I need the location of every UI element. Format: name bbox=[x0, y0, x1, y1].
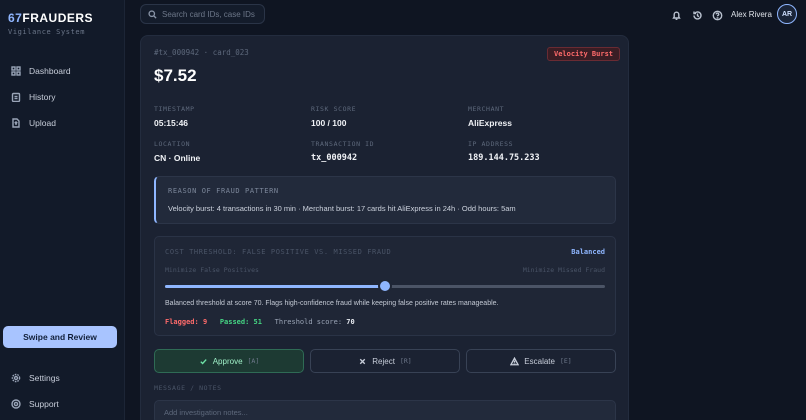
warning-icon bbox=[510, 356, 520, 365]
grid-icon bbox=[11, 66, 21, 76]
escalate-button[interactable]: Escalate [E] bbox=[466, 349, 616, 373]
approve-label: Approve bbox=[212, 356, 243, 366]
transaction-amount: $7.52 bbox=[154, 66, 197, 85]
minimize-false-positives-label: Minimize False Positives bbox=[165, 266, 259, 274]
sidebar-item-support[interactable]: Support bbox=[11, 399, 59, 409]
timestamp-value: 05:15:46 bbox=[154, 118, 189, 128]
sidebar-item-dashboard[interactable]: Dashboard bbox=[11, 66, 71, 76]
swipe-and-review-button[interactable]: Swipe and Review bbox=[3, 326, 117, 348]
cost-threshold-panel: COST THRESHOLD: FALSE POSITIVE VS. MISSE… bbox=[154, 236, 616, 336]
sidebar-item-upload[interactable]: Upload bbox=[11, 118, 56, 128]
flagged-count: 9 bbox=[202, 318, 208, 326]
flagged-label: Flagged: bbox=[165, 318, 199, 326]
status-badge: Velocity Burst bbox=[547, 47, 621, 61]
gear-icon bbox=[11, 373, 21, 383]
escalate-shortcut: [E] bbox=[559, 357, 572, 365]
fraud-reason-panel: REASON OF FRAUD PATTERN Velocity burst: … bbox=[154, 176, 616, 224]
sidebar-item-label: Dashboard bbox=[29, 66, 71, 76]
sidebar-item-label: Support bbox=[29, 399, 59, 409]
transaction-id-value: tx_000942 bbox=[311, 153, 358, 163]
threshold-score-label: Threshold score: bbox=[274, 318, 343, 326]
risk-score-value: 100 / 100 bbox=[311, 118, 347, 128]
search-icon bbox=[148, 9, 157, 19]
fraud-reason-text: Velocity burst: 4 transactions in 30 min… bbox=[168, 204, 516, 213]
sidebar-item-settings[interactable]: Settings bbox=[11, 373, 60, 383]
ip-address-label: IP ADDRESS bbox=[468, 140, 514, 148]
threshold-stats: Flagged: 9 Passed: 51 Threshold score: 7… bbox=[165, 318, 355, 326]
fraud-reason-title: REASON OF FRAUD PATTERN bbox=[168, 187, 279, 195]
sidebar: 67FRAUDERS Vigilance System Dashboard Hi… bbox=[0, 0, 125, 420]
transaction-meta: #tx_000942 · card_023 bbox=[154, 48, 249, 57]
reject-label: Reject bbox=[372, 356, 395, 366]
search-bar[interactable] bbox=[140, 4, 265, 24]
user-name[interactable]: Alex Rivera bbox=[731, 10, 772, 19]
sidebar-item-label: Upload bbox=[29, 118, 56, 128]
location-value: CN · Online bbox=[154, 153, 201, 163]
app-tagline: Vigilance System bbox=[8, 28, 86, 36]
risk-score-label: RISK SCORE bbox=[311, 105, 357, 113]
merchant-value: AliExpress bbox=[468, 118, 512, 128]
threshold-slider[interactable] bbox=[165, 281, 605, 291]
case-card: #tx_000942 · card_023 Velocity Burst $7.… bbox=[140, 35, 629, 420]
reject-shortcut: [R] bbox=[399, 357, 412, 365]
location-label: LOCATION bbox=[154, 140, 191, 148]
transaction-id-label: TRANSACTION ID bbox=[311, 140, 375, 148]
escalate-label: Escalate bbox=[524, 356, 555, 366]
approve-button[interactable]: Approve [A] bbox=[154, 349, 304, 373]
slider-fill bbox=[165, 285, 385, 288]
merchant-label: MERCHANT bbox=[468, 105, 505, 113]
sidebar-item-label: Settings bbox=[29, 373, 60, 383]
timestamp-label: TIMESTAMP bbox=[154, 105, 195, 113]
ip-address-value: 189.144.75.233 bbox=[468, 153, 540, 163]
history-icon[interactable] bbox=[692, 8, 703, 20]
help-icon bbox=[11, 399, 21, 409]
bell-icon[interactable] bbox=[671, 8, 682, 20]
avatar[interactable]: AR bbox=[777, 4, 797, 24]
threshold-score-value: 70 bbox=[346, 318, 355, 326]
threshold-title: COST THRESHOLD: FALSE POSITIVE VS. MISSE… bbox=[165, 248, 392, 256]
notes-input[interactable] bbox=[154, 400, 616, 420]
help-icon[interactable] bbox=[712, 8, 723, 21]
check-icon bbox=[200, 358, 207, 364]
clipboard-icon bbox=[11, 92, 21, 102]
notes-label: MESSAGE / NOTES bbox=[154, 384, 222, 392]
approve-shortcut: [A] bbox=[247, 357, 260, 365]
passed-label: Passed: bbox=[219, 318, 250, 326]
threshold-mode: Balanced bbox=[571, 248, 605, 256]
close-icon bbox=[360, 358, 366, 364]
passed-count: 51 bbox=[253, 318, 262, 326]
sidebar-item-label: History bbox=[29, 92, 56, 102]
minimize-missed-fraud-label: Minimize Missed Fraud bbox=[522, 266, 605, 274]
reject-button[interactable]: Reject [R] bbox=[310, 349, 460, 373]
threshold-description: Balanced threshold at score 70. Flags hi… bbox=[165, 300, 499, 307]
slider-thumb[interactable] bbox=[380, 281, 390, 291]
search-input[interactable] bbox=[162, 9, 262, 19]
sidebar-item-history[interactable]: History bbox=[11, 92, 55, 102]
app-logo[interactable]: 67FRAUDERS bbox=[8, 11, 93, 25]
upload-icon bbox=[12, 118, 20, 128]
